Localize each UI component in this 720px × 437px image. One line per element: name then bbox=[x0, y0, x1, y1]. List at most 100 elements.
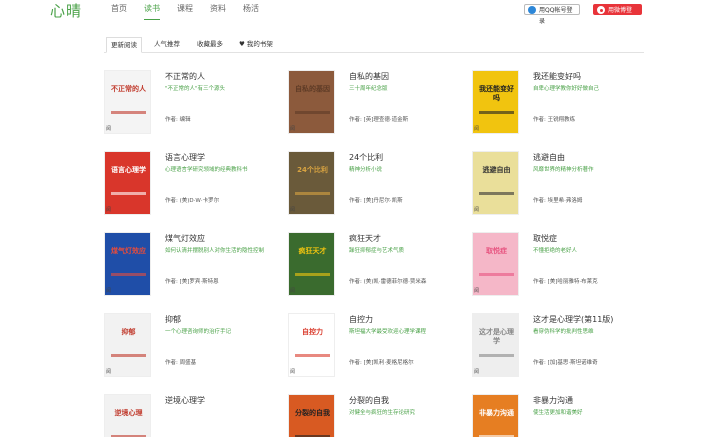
book-cover[interactable]: 疯狂天才阅 bbox=[288, 232, 335, 296]
book-title[interactable]: 逆境心理学 bbox=[165, 395, 205, 406]
book-cover-title: 逃避自由 bbox=[482, 166, 511, 174]
book-title[interactable]: 煤气灯效应 bbox=[165, 233, 205, 244]
book-author: 作者: [美]哈丽雅特·布莱克 bbox=[533, 277, 598, 285]
book-card[interactable]: 分裂的自我阅分裂的自我对健全与疯狂的生存论研究作者: R.D.莱恩 bbox=[288, 394, 468, 437]
book-title[interactable]: 自私的基因 bbox=[349, 71, 389, 82]
book-title[interactable]: 不正常的人 bbox=[165, 71, 205, 82]
site-logo[interactable]: 心晴 bbox=[50, 0, 82, 21]
book-cover[interactable]: 自私的基因阅 bbox=[288, 70, 335, 134]
book-title[interactable]: 这才是心理学(第11版) bbox=[533, 314, 613, 325]
book-title[interactable]: 非暴力沟通 bbox=[533, 395, 573, 406]
tab-most-saved[interactable]: 收藏最多 bbox=[193, 37, 227, 53]
nav-home[interactable]: 首页 bbox=[111, 3, 127, 20]
book-cover[interactable]: 抑郁阅 bbox=[104, 313, 151, 377]
book-cover-title: 非暴力沟通 bbox=[479, 409, 514, 417]
weibo-icon bbox=[597, 6, 605, 14]
book-title[interactable]: 疯狂天才 bbox=[349, 233, 381, 244]
qq-login-button[interactable]: 用QQ帐号登录 bbox=[524, 4, 580, 25]
book-cover-title: 取悦症 bbox=[486, 247, 507, 255]
book-card[interactable]: 24个比利阅 24个比利精神分析小说作者: [美]丹尼尔·凯斯 bbox=[288, 151, 468, 215]
book-title[interactable]: 抑郁 bbox=[165, 314, 181, 325]
book-cover-title: 自控力 bbox=[302, 328, 323, 336]
book-author: 作者: [加]基思·斯坦诺维奇 bbox=[533, 358, 598, 366]
book-cover[interactable]: 分裂的自我阅 bbox=[288, 394, 335, 437]
book-title[interactable]: 取悦症 bbox=[533, 233, 557, 244]
book-card[interactable]: 逆境心理阅逆境心理学作者: 孤草 bbox=[104, 394, 284, 437]
cover-badge-icon: 阅 bbox=[474, 369, 480, 375]
book-cover-decoration bbox=[295, 192, 330, 195]
book-card[interactable]: 我还能变好吗阅我还能变好吗 自卑心理学教你好好做自己 作者: 王锐翔教练 bbox=[472, 70, 652, 134]
author-name: [美]罗宾·斯特恩 bbox=[179, 279, 219, 285]
book-cover-title: 我还能变好吗 bbox=[479, 85, 514, 102]
tab-popular[interactable]: 人气推荐 bbox=[150, 37, 184, 53]
book-card[interactable]: 不正常的人阅不正常的人 "不正常的人"有三个源头 作者: 编辑 bbox=[104, 70, 284, 134]
cover-badge-icon: 阅 bbox=[290, 126, 296, 132]
book-cover-title: 抑郁 bbox=[121, 328, 136, 336]
nav-activities[interactable]: 杨活 bbox=[243, 3, 259, 20]
weibo-login-button[interactable]: 用微博登录 bbox=[593, 4, 642, 25]
book-card[interactable]: 非暴力沟通阅非暴力沟通使生活更加和谐美好作者: [美]马歇尔·卢森堡 bbox=[472, 394, 652, 437]
book-description: 精神分析小说 bbox=[349, 167, 383, 173]
book-card[interactable]: 煤气灯效应阅煤气灯效应 如何认清并摆脱别人对你生活的隐性控制 作者: [美]罗宾·斯… bbox=[104, 232, 284, 296]
book-card[interactable]: 语言心理学阅语言心理学 心理语言学研究领域的经典教科书 作者: (美)D·W·卡罗尔 bbox=[104, 151, 284, 215]
book-author: 作者: 编辑 bbox=[165, 115, 191, 123]
book-cover-decoration bbox=[295, 354, 330, 357]
book-cover[interactable]: 24个比利阅 bbox=[288, 151, 335, 215]
book-cover-title: 疯狂天才 bbox=[298, 247, 327, 255]
author-prefix: 作者: bbox=[165, 360, 180, 366]
qq-icon bbox=[528, 6, 536, 14]
book-card[interactable]: 逃避自由阅逃避自由 风靡世界的精神分析著作 作者: 埃里希·弗洛姆 bbox=[472, 151, 652, 215]
book-cover[interactable]: 我还能变好吗阅 bbox=[472, 70, 519, 134]
book-title[interactable]: 逃避自由 bbox=[533, 152, 565, 163]
cover-badge-icon: 阅 bbox=[106, 369, 112, 375]
main-nav: 首页 读书 课程 资料 杨活 bbox=[111, 3, 276, 20]
book-author: 作者: (美)凯·雷德菲尔德·贾米森 bbox=[349, 277, 426, 285]
book-card[interactable]: 自私的基因阅自私的基因 三十周年纪念版 作者: [英]理查德·道金斯 bbox=[288, 70, 468, 134]
book-card[interactable]: 疯狂天才阅疯狂天才 躁狂抑郁症与艺术气质 作者: (美)凯·雷德菲尔德·贾米森 bbox=[288, 232, 468, 296]
book-cover-decoration bbox=[479, 273, 514, 276]
author-prefix: 作者: bbox=[533, 198, 548, 204]
author-prefix: 作者: bbox=[349, 279, 364, 285]
book-description: 心理语言学研究领域的经典教科书 bbox=[165, 167, 248, 173]
cover-badge-icon: 阅 bbox=[290, 207, 296, 213]
cover-badge-icon: 阅 bbox=[290, 288, 296, 294]
nav-courses[interactable]: 课程 bbox=[177, 3, 193, 20]
book-cover-decoration bbox=[295, 273, 330, 276]
book-card[interactable]: 这才是心理学阅 这才是心理学(第11版) 看穿伪科学的批判性思维 作者: [加]基思·… bbox=[472, 313, 652, 377]
book-title[interactable]: 分裂的自我 bbox=[349, 395, 389, 406]
author-prefix: 作者: bbox=[349, 360, 364, 366]
book-author: 作者: [美]丹尼尔·凯斯 bbox=[349, 196, 403, 204]
book-title[interactable]: 自控力 bbox=[349, 314, 373, 325]
book-card[interactable]: 抑郁阅抑郁 一个心理咨询师的治疗手记 作者: 周盛基 bbox=[104, 313, 284, 377]
book-description: 不懂拒绝的老好人 bbox=[533, 248, 578, 254]
book-author: 作者: 周盛基 bbox=[165, 358, 196, 366]
book-cover[interactable]: 自控力阅 bbox=[288, 313, 335, 377]
book-cover[interactable]: 取悦症阅 bbox=[472, 232, 519, 296]
book-title[interactable]: 24个比利 bbox=[349, 152, 383, 163]
book-description: 如何认清并摆脱别人对你生活的隐性控制 bbox=[165, 248, 265, 254]
book-cover[interactable]: 逃避自由阅 bbox=[472, 151, 519, 215]
tab-my-shelf[interactable]: ♥ 我的书架 bbox=[235, 37, 277, 53]
author-name: [加]基思·斯坦诺维奇 bbox=[547, 360, 598, 366]
tab-recent[interactable]: 更新阅读 bbox=[106, 37, 142, 53]
book-cover[interactable]: 煤气灯效应阅 bbox=[104, 232, 151, 296]
book-cover-title: 逆境心理 bbox=[114, 409, 143, 417]
book-description: 斯坦福大学最受欢迎心理学课程 bbox=[349, 329, 427, 335]
book-title[interactable]: 我还能变好吗 bbox=[533, 71, 581, 82]
author-prefix: 作者: bbox=[533, 360, 548, 366]
book-cover[interactable]: 非暴力沟通阅 bbox=[472, 394, 519, 437]
book-cover-title: 分裂的自我 bbox=[295, 409, 330, 417]
book-card[interactable]: 取悦症阅取悦症 不懂拒绝的老好人 作者: [美]哈丽雅特·布莱克 bbox=[472, 232, 652, 296]
book-cover[interactable]: 逆境心理阅 bbox=[104, 394, 151, 437]
book-description: 风靡世界的精神分析著作 bbox=[533, 167, 594, 173]
book-cover[interactable]: 语言心理学阅 bbox=[104, 151, 151, 215]
author-prefix: 作者: bbox=[165, 117, 180, 123]
nav-reading[interactable]: 读书 bbox=[144, 3, 160, 20]
book-title[interactable]: 语言心理学 bbox=[165, 152, 205, 163]
book-card[interactable]: 自控力阅自控力 斯坦福大学最受欢迎心理学课程 作者: [美]凯利·麦格尼格尔 bbox=[288, 313, 468, 377]
book-cover[interactable]: 这才是心理学阅 bbox=[472, 313, 519, 377]
nav-materials[interactable]: 资料 bbox=[210, 3, 226, 20]
author-name: [英]理查德·道金斯 bbox=[363, 117, 409, 123]
cover-badge-icon: 阅 bbox=[106, 288, 112, 294]
book-cover[interactable]: 不正常的人阅 bbox=[104, 70, 151, 134]
